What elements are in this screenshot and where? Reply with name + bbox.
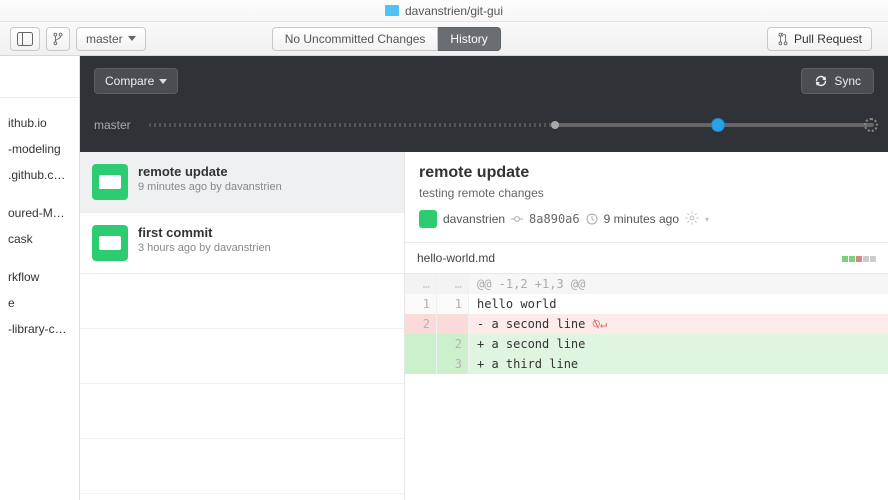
folder-icon [385, 5, 399, 16]
diff-line: @@ -1,2 +1,3 @@ [405, 274, 888, 294]
window-titlebar: davanstrien/git-gui [0, 0, 888, 22]
repo-sidebar: ithub.io-modeling.github.c… oured-M…cask r… [0, 56, 80, 500]
sidebar-item[interactable]: -library-c… [0, 316, 79, 342]
diff-line: 2- a second line ⍉↵ [405, 314, 888, 334]
chevron-down-icon [128, 36, 136, 41]
pull-request-label: Pull Request [794, 32, 862, 46]
diff-filename: hello-world.md [417, 251, 495, 265]
view-segmented-control: No Uncommitted Changes History [272, 27, 501, 51]
commit-item-meta: 3 hours ago by davanstrien [138, 242, 271, 254]
list-item [80, 384, 404, 439]
sidebar-item[interactable]: .github.c… [0, 162, 79, 188]
timeline-commit-dot[interactable] [551, 121, 559, 129]
git-commit-icon [511, 213, 523, 225]
diff-line: 3+ a third line [405, 354, 888, 374]
list-item [80, 439, 404, 494]
compare-button[interactable]: Compare [94, 68, 178, 94]
commit-time: 9 minutes ago [604, 212, 679, 226]
commit-item-title: remote update [138, 164, 282, 179]
commit-item[interactable]: first commit 3 hours ago by davanstrien [80, 213, 404, 274]
pull-request-button[interactable]: Pull Request [767, 27, 872, 51]
sidebar-toggle-button[interactable] [10, 27, 40, 51]
diff-stat-dots [841, 251, 876, 265]
diff-file-header[interactable]: hello-world.md [405, 242, 888, 274]
timeline-track [149, 123, 874, 127]
sidebar-item[interactable]: cask [0, 226, 79, 252]
sync-label: Sync [834, 74, 861, 88]
commit-detail: remote update testing remote changes dav… [405, 152, 888, 500]
avatar [92, 225, 128, 261]
sync-icon [814, 74, 828, 88]
branch-selector[interactable]: master [76, 27, 146, 51]
git-pull-request-icon [777, 32, 789, 46]
timeline-branch-label: master [94, 118, 131, 132]
tab-history[interactable]: History [438, 27, 500, 51]
sidebar-item[interactable]: e [0, 290, 79, 316]
commit-description: testing remote changes [419, 186, 874, 200]
sidebar-item [0, 188, 79, 200]
sync-button[interactable]: Sync [801, 68, 874, 94]
gear-icon[interactable] [685, 211, 699, 228]
sidebar-item[interactable]: -modeling [0, 136, 79, 162]
diff-view: @@ -1,2 +1,3 @@11hello world2- a second … [405, 274, 888, 374]
commit-sha: 8a890a6 [529, 212, 580, 226]
sidebar-item[interactable]: ithub.io [0, 110, 79, 136]
timeline-head-marker [864, 118, 878, 132]
list-item [80, 274, 404, 329]
list-item [80, 329, 404, 384]
sidebar-item [0, 252, 79, 264]
commit-author: davanstrien [443, 212, 505, 226]
commit-list: remote update 9 minutes ago by davanstrie… [80, 152, 405, 500]
commit-item-title: first commit [138, 225, 271, 240]
history-header: Compare Sync master [80, 56, 888, 152]
sidebar-item[interactable]: rkflow [0, 264, 79, 290]
commit-item[interactable]: remote update 9 minutes ago by davanstrie… [80, 152, 404, 213]
tab-changes[interactable]: No Uncommitted Changes [272, 27, 439, 51]
timeline-commit-dot[interactable] [711, 118, 725, 132]
diff-line: 11hello world [405, 294, 888, 314]
avatar [419, 210, 437, 228]
toolbar: master No Uncommitted Changes History Pu… [0, 22, 888, 56]
repo-path: davanstrien/git-gui [405, 4, 503, 18]
chevron-down-icon [159, 79, 167, 84]
diff-line: 2+ a second line [405, 334, 888, 354]
panel-icon [17, 32, 33, 46]
commit-item-meta: 9 minutes ago by davanstrien [138, 181, 282, 193]
clock-icon [586, 213, 598, 225]
branch-icon-button[interactable] [46, 27, 70, 51]
avatar [92, 164, 128, 200]
commit-title: remote update [419, 164, 874, 182]
commit-timeline[interactable]: master [94, 118, 874, 144]
sidebar-item[interactable]: oured-M… [0, 200, 79, 226]
sidebar-item [0, 98, 79, 110]
git-branch-icon [53, 32, 63, 46]
compare-label: Compare [105, 74, 154, 88]
branch-name: master [86, 32, 123, 46]
